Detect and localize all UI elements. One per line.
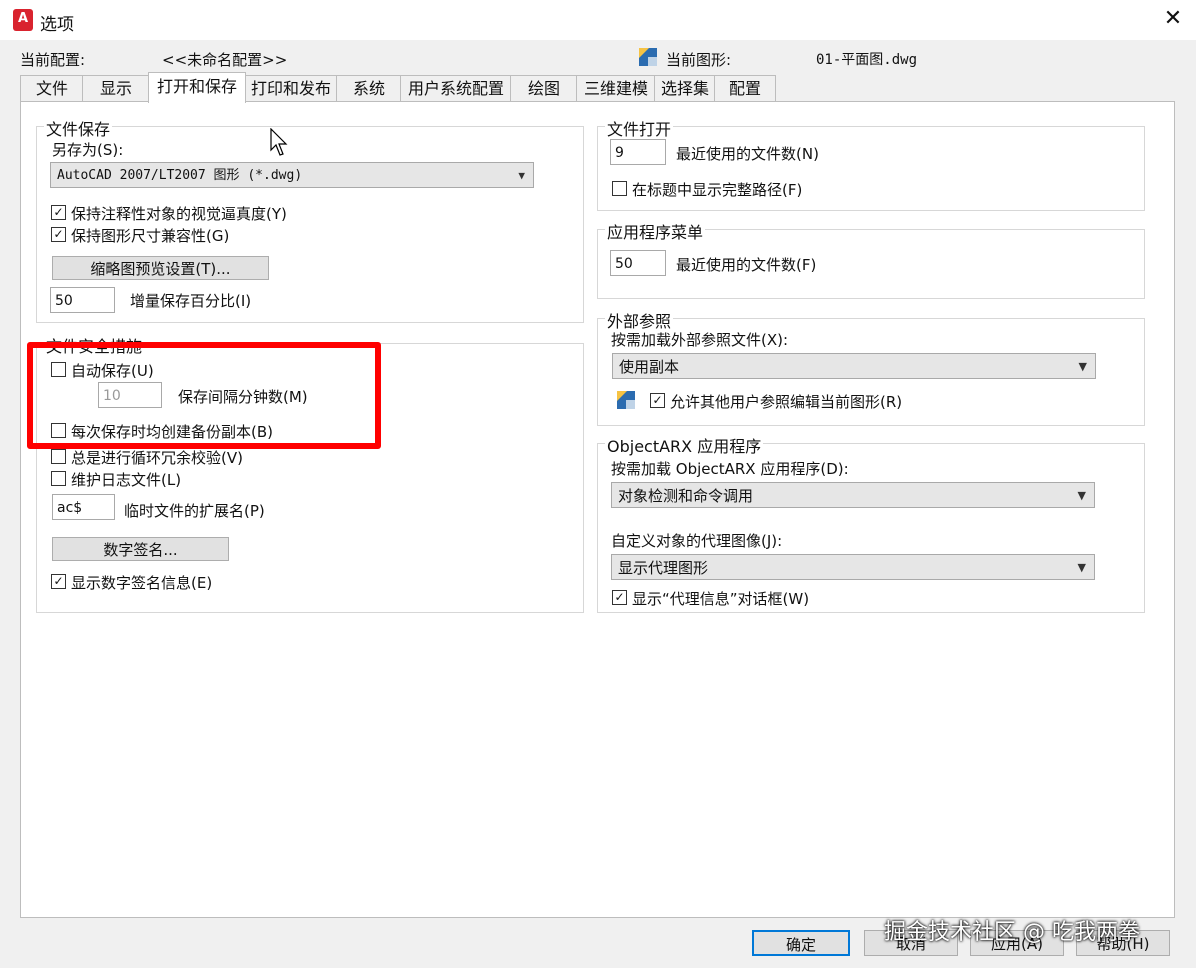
window-title: 选项 [40,15,74,35]
current-profile-value: <<未命名配置>> [162,51,288,69]
tab-profiles[interactable]: 配置 [714,75,776,101]
tab-plot-and-publish[interactable]: 打印和发布 [244,75,338,101]
title-bar [0,0,1196,40]
tab-user-preferences[interactable]: 用户系统配置 [400,75,512,101]
allow-xref-edit-checkbox[interactable]: ✓ [650,393,665,408]
digital-signatures-button[interactable]: 数字签名... [52,537,229,561]
close-icon[interactable]: ✕ [1160,6,1186,32]
tab-3d-modeling[interactable]: 三维建模 [576,75,656,101]
show-digital-signature-checkbox[interactable]: ✓ [51,574,66,589]
show-digital-signature-label: 显示数字签名信息(E) [71,574,213,592]
recent-files-input[interactable]: 9 [610,139,666,165]
xref-demand-load-label: 按需加载外部参照文件(X): [611,331,789,349]
ok-button[interactable]: 确定 [752,930,850,956]
current-drawing-value: 01-平面图.dwg [816,52,918,68]
incremental-save-input[interactable]: 50 [50,287,115,313]
log-file-label: 维护日志文件(L) [71,471,182,489]
mouse-pointer-icon [270,128,288,156]
chevron-down-icon: ▼ [518,169,525,182]
save-as-dropdown[interactable]: AutoCAD 2007/LT2007 图形 (*.dwg) ▼ [50,162,534,188]
incremental-save-label: 增量保存百分比(I) [130,292,252,310]
crc-check-checkbox[interactable] [51,449,66,464]
maintain-drawing-size-label: 保持图形尺寸兼容性(G) [71,227,230,245]
xref-demand-load-value: 使用副本 [619,358,680,376]
recent-files-label: 最近使用的文件数(N) [676,145,819,163]
temp-file-extension-input[interactable]: ac$ [52,494,115,520]
maintain-visual-fidelity-label: 保持注释性对象的视觉逼真度(Y) [71,205,287,223]
watermark-text: 掘金技术社区 @ 吃我两拳 [884,920,1140,945]
tab-display[interactable]: 显示 [82,75,150,101]
objectarx-title: ObjectARX 应用程序 [605,433,764,457]
show-proxy-dialog-label: 显示“代理信息”对话框(W) [632,590,810,608]
temp-file-extension-label: 临时文件的扩展名(P) [124,502,265,520]
chevron-down-icon: ▼ [1078,360,1087,373]
red-highlight-box [27,342,381,449]
file-open-title: 文件打开 [605,116,674,140]
app-menu-recent-input[interactable]: 50 [610,250,666,276]
tab-open-and-save[interactable]: 打开和保存 [148,72,246,103]
proxy-images-label: 自定义对象的代理图像(J): [611,532,783,550]
objectarx-demand-load-dropdown[interactable]: 对象检测和命令调用 ▼ [611,482,1095,508]
xref-demand-load-dropdown[interactable]: 使用副本 ▼ [612,353,1096,379]
thumbnail-preview-settings-button[interactable]: 缩略图预览设置(T)... [52,256,269,280]
crc-check-label: 总是进行循环冗余校验(V) [71,449,243,467]
objectarx-demand-load-label: 按需加载 ObjectARX 应用程序(D): [611,460,849,478]
current-drawing-label: 当前图形: [666,51,732,69]
drawing-file-icon [639,48,657,66]
tab-system[interactable]: 系统 [336,75,402,101]
maintain-visual-fidelity-checkbox[interactable]: ✓ [51,205,66,220]
tab-files[interactable]: 文件 [20,75,84,101]
app-menu-title: 应用程序菜单 [605,219,706,243]
tab-drafting[interactable]: 绘图 [510,75,578,101]
file-save-title: 文件保存 [44,116,113,140]
current-profile-label: 当前配置: [20,51,86,69]
tab-selection[interactable]: 选择集 [654,75,716,101]
show-proxy-dialog-checkbox[interactable]: ✓ [612,590,627,605]
chevron-down-icon: ▼ [1077,489,1086,502]
save-as-label: 另存为(S): [52,141,124,159]
log-file-checkbox[interactable] [51,471,66,486]
allow-xref-edit-label: 允许其他用户参照编辑当前图形(R) [670,393,903,411]
proxy-images-dropdown[interactable]: 显示代理图形 ▼ [611,554,1095,580]
proxy-images-value: 显示代理图形 [618,559,709,577]
save-as-value: AutoCAD 2007/LT2007 图形 (*.dwg) [57,168,303,183]
autocad-app-icon: A [13,9,33,31]
objectarx-demand-load-value: 对象检测和命令调用 [618,487,754,505]
drawing-file-icon [617,391,635,409]
app-menu-recent-label: 最近使用的文件数(F) [676,256,817,274]
full-path-label: 在标题中显示完整路径(F) [632,181,803,199]
chevron-down-icon: ▼ [1077,561,1086,574]
full-path-checkbox[interactable] [612,181,627,196]
maintain-drawing-size-checkbox[interactable]: ✓ [51,227,66,242]
